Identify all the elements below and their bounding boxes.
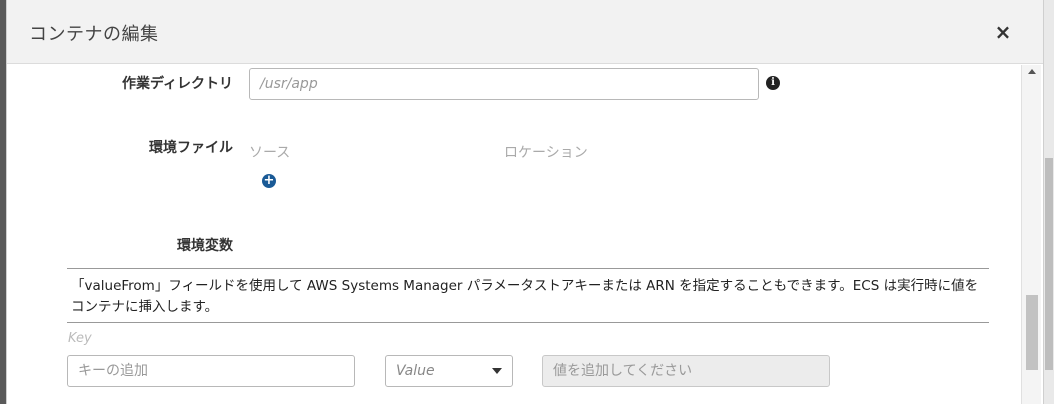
page-scrollbar-thumb[interactable] bbox=[1045, 158, 1053, 370]
value-from-help-text: 「valueFrom」フィールドを使用して AWS Systems Manage… bbox=[67, 268, 989, 323]
scroll-up-arrow-icon[interactable] bbox=[1028, 69, 1036, 74]
value-type-select[interactable]: Value bbox=[385, 355, 513, 387]
environment-files-label: 環境ファイル bbox=[149, 140, 233, 156]
caret-down-icon bbox=[492, 368, 502, 374]
dialog-scrollbar-thumb[interactable] bbox=[1026, 295, 1038, 370]
dialog-title: コンテナの編集 bbox=[29, 24, 159, 45]
working-directory-label: 作業ディレクトリ bbox=[121, 76, 233, 92]
info-icon[interactable]: i bbox=[766, 76, 780, 90]
edit-container-dialog: コンテナの編集 × 作業ディレクトリ /usr/app i 環境ファイル ソース… bbox=[6, 0, 1044, 404]
dialog-body: 作業ディレクトリ /usr/app i 環境ファイル ソース ロケーション + … bbox=[7, 65, 1021, 404]
add-env-file-icon[interactable]: + bbox=[262, 174, 276, 188]
key-column-header: Key bbox=[68, 331, 92, 346]
dialog-header: コンテナの編集 × bbox=[7, 0, 1043, 64]
env-value-input: 値を追加してください bbox=[542, 355, 830, 387]
dialog-scrollbar[interactable] bbox=[1021, 65, 1041, 404]
working-directory-input[interactable]: /usr/app bbox=[249, 68, 759, 100]
env-file-location-header: ロケーション bbox=[504, 145, 588, 161]
environment-variables-label: 環境変数 bbox=[177, 238, 233, 254]
close-icon[interactable]: × bbox=[993, 22, 1013, 42]
value-type-selected: Value bbox=[396, 363, 435, 379]
env-file-source-header: ソース bbox=[249, 145, 291, 161]
env-key-input[interactable]: キーの追加 bbox=[67, 355, 355, 387]
page-scrollbar[interactable] bbox=[1044, 0, 1054, 404]
